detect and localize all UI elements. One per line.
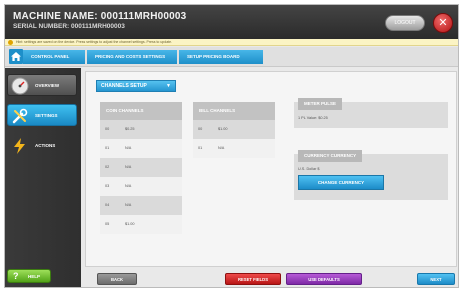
coin-channels-column: COIN CHANNELS 00 $0.25 01 N/A 02 N/A 03 … bbox=[100, 102, 182, 234]
currency-title: CURRENCY CURRENCY bbox=[298, 150, 363, 162]
info-bar: Hint: settings are saved on the device. … bbox=[5, 39, 458, 46]
coin-channel-row[interactable]: 01 N/A bbox=[100, 139, 182, 158]
channel-number: 02 bbox=[105, 165, 110, 169]
coin-channel-row[interactable]: 02 N/A bbox=[100, 158, 182, 177]
channel-value: N/A bbox=[125, 146, 132, 150]
gauge-icon bbox=[11, 77, 29, 95]
coin-channel-row[interactable]: 03 N/A bbox=[100, 177, 182, 196]
channel-number: 01 bbox=[198, 146, 203, 150]
coin-channels-list: 00 $0.25 01 N/A 02 N/A 03 N/A 04 N/A 05 … bbox=[100, 120, 182, 234]
bill-channels-list: 00 $1.00 01 N/A bbox=[193, 120, 275, 158]
sidebar-item-label: SETTINGS bbox=[35, 113, 58, 118]
channel-number: 00 bbox=[105, 127, 110, 131]
bill-channel-row[interactable]: 01 N/A bbox=[193, 139, 275, 158]
header-bar: MACHINE NAME: 000111MRH00003 SERIAL NUMB… bbox=[5, 5, 458, 39]
reset-fields-button[interactable]: RESET FIELDS bbox=[225, 273, 281, 285]
tools-icon bbox=[12, 108, 28, 124]
coin-channel-row[interactable]: 05 $1.00 bbox=[100, 215, 182, 234]
bill-channels-header: BILL CHANNELS bbox=[193, 102, 275, 120]
breadcrumb-pricing-costs[interactable]: PRICING AND COSTS SETTINGS bbox=[87, 50, 177, 64]
channel-value: N/A bbox=[125, 203, 132, 207]
main-panel: CHANNELS SETUP ▼ COIN CHANNELS 00 $0.25 … bbox=[85, 71, 457, 267]
machine-name: MACHINE NAME: 000111MRH00003 bbox=[13, 11, 187, 22]
chevron-down-icon: ▼ bbox=[166, 83, 171, 89]
home-icon[interactable] bbox=[9, 49, 23, 64]
serial-number: SERIAL NUMBER: 000111MRH00003 bbox=[13, 23, 125, 30]
channel-value: N/A bbox=[125, 165, 132, 169]
close-icon[interactable]: ✕ bbox=[433, 13, 453, 33]
info-text: Hint: settings are saved on the device. … bbox=[16, 40, 173, 44]
sidebar-item-label: ACTIONS bbox=[35, 143, 56, 148]
sidebar-item-settings[interactable]: SETTINGS bbox=[7, 104, 77, 126]
change-currency-button[interactable]: CHANGE CURRENCY bbox=[298, 175, 384, 190]
use-defaults-button[interactable]: USE DEFAULTS bbox=[286, 273, 362, 285]
channel-number: 03 bbox=[105, 184, 110, 188]
sidebar-item-label: OVERVIEW bbox=[35, 83, 60, 88]
currency-value: U.S. Dollar $ bbox=[298, 167, 320, 171]
sidebar: OVERVIEW SETTINGS ACTIONS ? HELP bbox=[5, 68, 81, 287]
channel-number: 01 bbox=[105, 146, 110, 150]
breadcrumb: CONTROL PANEL PRICING AND COSTS SETTINGS… bbox=[5, 47, 458, 67]
channel-number: 04 bbox=[105, 203, 110, 207]
back-button[interactable]: BACK bbox=[97, 273, 137, 285]
channel-value: $1.00 bbox=[125, 222, 135, 226]
meter-pulse-value: 1 PL Value: $0.25 bbox=[298, 116, 328, 120]
help-label: HELP bbox=[28, 274, 41, 279]
bill-channels-column: BILL CHANNELS 00 $1.00 01 N/A bbox=[193, 102, 275, 158]
channel-value: $0.25 bbox=[125, 127, 135, 131]
question-icon: ? bbox=[13, 271, 19, 281]
sidebar-item-actions[interactable]: ACTIONS bbox=[7, 134, 77, 156]
next-button[interactable]: NEXT bbox=[417, 273, 455, 285]
meter-pulse-panel: METER PULSE 1 PL Value: $0.25 bbox=[294, 98, 448, 128]
currency-panel: CURRENCY CURRENCY U.S. Dollar $ CHANGE C… bbox=[294, 150, 448, 200]
channel-value: N/A bbox=[125, 184, 132, 188]
meter-pulse-title: METER PULSE bbox=[298, 98, 343, 110]
lightning-icon bbox=[14, 138, 25, 154]
coin-channels-header: COIN CHANNELS bbox=[100, 102, 182, 120]
sidebar-item-overview[interactable]: OVERVIEW bbox=[7, 74, 77, 96]
footer-bar: BACK RESET FIELDS USE DEFAULTS NEXT bbox=[85, 269, 457, 287]
channel-number: 00 bbox=[198, 127, 203, 131]
channel-value: N/A bbox=[218, 146, 225, 150]
breadcrumb-control-panel[interactable]: CONTROL PANEL bbox=[23, 50, 85, 64]
help-button[interactable]: ? HELP bbox=[7, 269, 51, 283]
coin-channel-row[interactable]: 04 N/A bbox=[100, 196, 182, 215]
coin-channel-row[interactable]: 00 $0.25 bbox=[100, 120, 182, 139]
channel-value: $1.00 bbox=[218, 127, 228, 131]
app-window: MACHINE NAME: 000111MRH00003 SERIAL NUMB… bbox=[4, 4, 459, 288]
channel-number: 05 bbox=[105, 222, 110, 226]
channels-setup-dropdown[interactable]: CHANNELS SETUP ▼ bbox=[96, 80, 176, 92]
dropdown-label: CHANNELS SETUP bbox=[101, 83, 147, 89]
breadcrumb-setup-pricing-board[interactable]: SETUP PRICING BOARD bbox=[179, 50, 263, 64]
info-icon bbox=[8, 40, 13, 45]
logout-button[interactable]: LOGOUT bbox=[385, 15, 425, 31]
bill-channel-row[interactable]: 00 $1.00 bbox=[193, 120, 275, 139]
